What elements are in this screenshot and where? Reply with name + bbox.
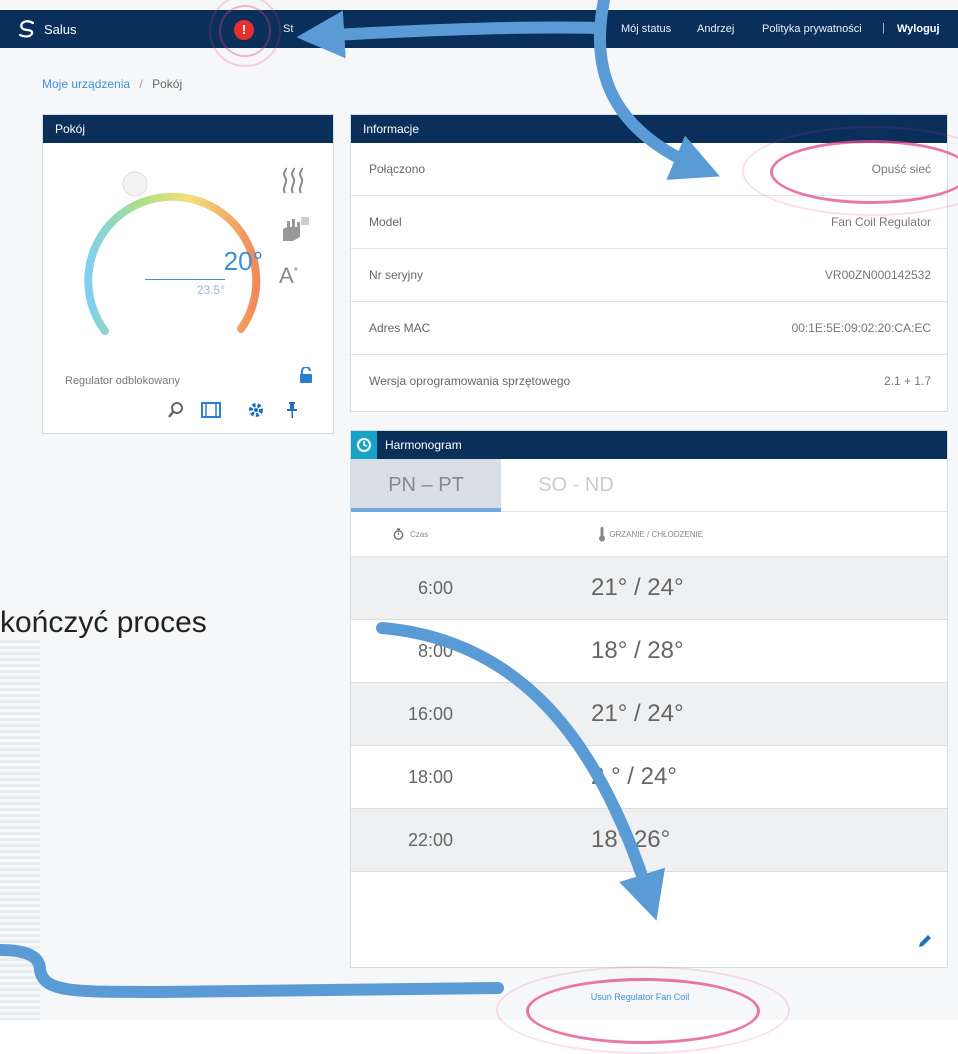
room-panel-title: Pokój (43, 115, 333, 143)
breadcrumb-current: Pokój (152, 77, 183, 91)
schedule-row[interactable]: 22:00 18° 26° (351, 809, 947, 872)
nav-item-user[interactable]: Andrzej (697, 23, 734, 35)
clock-icon (351, 431, 377, 459)
schedule-panel-header: Harmonogram (351, 431, 947, 459)
info-value: 00:1E:5E:09:02:20:CA:EC (791, 321, 931, 335)
schedule-temps: 18° 26° (591, 826, 671, 853)
nav-item-help[interactable]: Pomoc (558, 23, 592, 35)
info-row-firmware: Wersja oprogramowania sprzętowego 2.1 + … (351, 355, 947, 407)
search-icon[interactable] (167, 401, 185, 424)
breadcrumb-separator: / (139, 77, 143, 91)
auto-mode-icon[interactable]: A* (279, 263, 298, 289)
salus-logo[interactable]: Salus (16, 18, 77, 40)
info-panel-title: Informacje (351, 115, 947, 143)
tab-weekdays[interactable]: PN – PT (351, 459, 501, 512)
leave-network-link[interactable]: Opuść sieć (872, 162, 931, 176)
nav-item-partial[interactable]: St (283, 23, 293, 35)
lock-status-label: Regulator odblokowany (65, 375, 180, 387)
heating-icon[interactable] (279, 167, 309, 201)
gear-icon[interactable] (247, 401, 265, 424)
schedule-time: 16:00 (407, 703, 453, 724)
schedule-time: 8:00 (417, 640, 453, 661)
nav-item-hidden[interactable]: ... (512, 23, 521, 35)
background-decoration (0, 640, 40, 1020)
schedule-time: 18:00 (407, 766, 453, 787)
info-value: 2.1 + 1.7 (883, 374, 931, 388)
nav-item-my-status[interactable]: Mój status (621, 23, 671, 35)
schedule-panel: Harmonogram PN – PT SO - ND Czas GRZANIE… (350, 430, 948, 968)
info-row-mac: Adres MAC 00:1E:5E:09:02:20:CA:EC (351, 302, 947, 355)
schedule-temps: 21° / 24° (591, 574, 684, 601)
schedule-rows: 6:00 21° / 24° 8:00 18° / 28° 16:00 21° / 2… (351, 557, 947, 872)
nav-item-logout[interactable]: Wyloguj (897, 23, 940, 35)
tab-weekend[interactable]: SO - ND (501, 459, 651, 511)
schedule-panel-title: Harmonogram (385, 438, 462, 452)
edit-pencil-icon[interactable] (917, 933, 933, 954)
stopwatch-icon (393, 528, 404, 540)
schedule-row[interactable]: 16:00 21° / 24° (351, 683, 947, 746)
time-column-header: Czas (393, 528, 428, 540)
pin-icon[interactable] (286, 401, 298, 424)
breadcrumb-devices-link[interactable]: Moje urządzenia (42, 77, 130, 91)
schedule-temps: 2 ° / 24° (591, 763, 677, 790)
info-value: Fan Coil Regulator (830, 215, 931, 229)
schedule-tabs: PN – PT SO - ND (351, 459, 947, 512)
info-label: Nr seryjny (369, 268, 424, 282)
room-panel: Pokój 20° 23.5° A* Regulator odblokowany (42, 114, 334, 434)
nav-separator: | (882, 22, 885, 34)
info-row-model: Model Fan Coil Regulator (351, 196, 947, 249)
info-label: Połączono (369, 162, 426, 176)
schedule-row[interactable]: 18:00 2 ° / 24° (351, 746, 947, 809)
remove-button-halo-outer (496, 966, 790, 1054)
thermostat-dial[interactable]: 20° 23.5° (65, 151, 265, 351)
manual-schedule-icon[interactable] (279, 215, 309, 249)
thermometer-icon (599, 527, 606, 542)
page: Salus St ... Pomoc Mój status Andrzej Po… (0, 0, 958, 1054)
current-temperature: 23.5° (196, 283, 225, 297)
schedule-row[interactable]: 8:00 18° / 28° (351, 620, 947, 683)
schedule-header: Czas GRZANIE / CHŁODZENIE (351, 512, 947, 557)
info-label: Model (369, 215, 402, 229)
remove-device-button[interactable]: Usuń Regulator Fan Coil (560, 992, 720, 1002)
info-value: VR00ZN000142532 (824, 268, 931, 282)
remove-button-halo (526, 978, 760, 1044)
schedule-row[interactable]: 6:00 21° / 24° (351, 557, 947, 620)
breadcrumb: Moje urządzenia / Pokój (42, 77, 182, 91)
info-row-serial: Nr seryjny VR00ZN000142532 (351, 249, 947, 302)
nav-item-privacy[interactable]: Polityka prywatności (762, 23, 862, 35)
schedule-temps: 18° / 28° (591, 637, 684, 664)
info-label: Adres MAC (369, 321, 431, 335)
top-navbar: Salus St ... Pomoc Mój status Andrzej Po… (0, 10, 958, 48)
salus-logo-icon (18, 20, 35, 38)
temp-column-header: GRZANIE / CHŁODZENIE (598, 526, 703, 542)
set-temperature: 20° (223, 246, 263, 276)
temperature-divider (145, 279, 225, 280)
info-row-connection: Połączono Opuść sieć (351, 143, 947, 196)
logo-text: Salus (44, 21, 77, 37)
info-label: Wersja oprogramowania sprzętowego (369, 374, 571, 388)
schedule-time: 22:00 (407, 829, 453, 850)
schedule-time: 6:00 (417, 577, 453, 598)
film-icon[interactable] (201, 401, 221, 424)
info-panel: Informacje Połączono Opuść sieć Model Fa… (350, 114, 948, 412)
schedule-temps: 21° / 24° (591, 700, 684, 727)
overlay-caption: kończyć proces (0, 606, 207, 639)
time-column-label: Czas (410, 529, 429, 539)
alert-icon[interactable]: ! (234, 20, 254, 40)
unlock-icon[interactable] (299, 366, 313, 388)
temp-column-label: GRZANIE / CHŁODZENIE (609, 529, 704, 539)
